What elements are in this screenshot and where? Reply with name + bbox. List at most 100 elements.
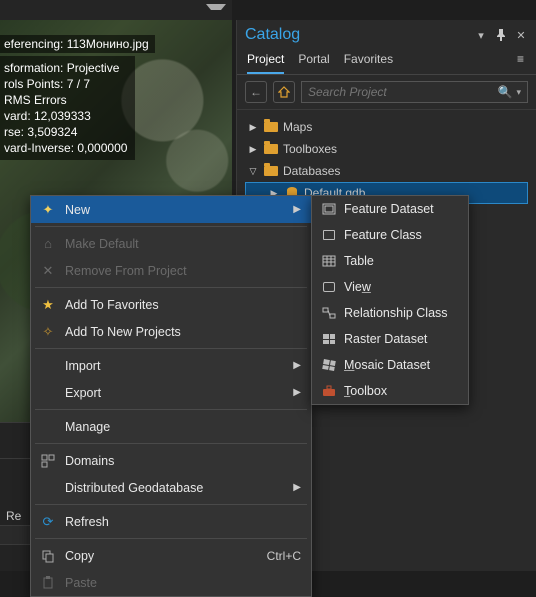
close-icon[interactable]: ✕ (514, 28, 528, 42)
star-add-icon: ✧ (39, 323, 57, 341)
remove-icon: ✕ (39, 262, 57, 280)
submenu-arrow-icon: ▶ (293, 360, 301, 371)
search-row: ← 🔍 ▾ (237, 75, 536, 110)
menu-label: Add To New Projects (65, 325, 181, 339)
menu-label: Export (65, 386, 101, 400)
menu-domains[interactable]: Domains (31, 447, 311, 474)
menu-add-new-projects[interactable]: ✧ Add To New Projects (31, 318, 311, 345)
menu-label: Manage (65, 420, 110, 434)
submenu-label: View (344, 280, 371, 294)
submenu-label: Mosaic Dataset (344, 358, 430, 372)
home-icon: ⌂ (39, 235, 57, 253)
menu-make-default: ⌂ Make Default (31, 230, 311, 257)
tab-portal[interactable]: Portal (298, 48, 329, 74)
separator (35, 348, 307, 349)
collapse-icon[interactable]: ▽ (247, 166, 259, 177)
blank-icon (39, 479, 57, 497)
info-line: vard: 12,039333 (4, 108, 127, 124)
catalog-tabs: Project Portal Favorites ≡ (237, 44, 536, 75)
tree-maps[interactable]: ▶ Maps (241, 116, 532, 138)
search-box[interactable]: 🔍 ▾ (301, 81, 528, 103)
submenu-label: Raster Dataset (344, 332, 427, 346)
refresh-icon: ⟳ (39, 513, 57, 531)
domains-icon (39, 452, 57, 470)
menu-remove: ✕ Remove From Project (31, 257, 311, 284)
info-line: rse: 3,509324 (4, 124, 127, 140)
submenu-arrow-icon: ▶ (293, 482, 301, 493)
menu-manage[interactable]: Manage (31, 413, 311, 440)
mosaic-icon (320, 357, 338, 373)
menu-export[interactable]: Export ▶ (31, 379, 311, 406)
folder-icon (263, 120, 279, 134)
search-input[interactable] (308, 85, 498, 99)
menu-refresh[interactable]: ⟳ Refresh (31, 508, 311, 535)
submenu-label: Relationship Class (344, 306, 448, 320)
menu-label: Copy (65, 549, 94, 563)
menu-label: New (65, 203, 90, 217)
menu-label: Distributed Geodatabase (65, 481, 203, 495)
menu-label: Make Default (65, 237, 139, 251)
info-line: vard-Inverse: 0,000000 (4, 140, 127, 156)
star-icon: ★ (39, 296, 57, 314)
info-line: rols Points: 7 / 7 (4, 76, 127, 92)
menu-copy[interactable]: Copy Ctrl+C (31, 542, 311, 569)
submenu-raster-dataset[interactable]: Raster Dataset (312, 326, 468, 352)
menu-label: Remove From Project (65, 264, 187, 278)
submenu-mosaic-dataset[interactable]: Mosaic Dataset (312, 352, 468, 378)
back-button[interactable]: ← (245, 81, 267, 103)
new-icon: ✦ (39, 201, 57, 219)
pin-icon[interactable] (494, 28, 508, 42)
tree-toolboxes[interactable]: ▶ Toolboxes (241, 138, 532, 160)
menu-label: Domains (65, 454, 114, 468)
submenu-view[interactable]: View (312, 274, 468, 300)
menu-label: Import (65, 359, 100, 373)
tree-databases[interactable]: ▽ Databases (241, 160, 532, 182)
info-line: RMS Errors (4, 92, 127, 108)
feature-dataset-icon (320, 201, 338, 217)
submenu-arrow-icon: ▶ (293, 387, 301, 398)
submenu-label: Feature Dataset (344, 202, 434, 216)
tab-favorites[interactable]: Favorites (344, 48, 393, 74)
blank-icon (39, 357, 57, 375)
top-bar (0, 0, 232, 20)
submenu-feature-class[interactable]: Feature Class (312, 222, 468, 248)
separator (35, 226, 307, 227)
menu-label: Paste (65, 576, 97, 590)
submenu-relationship-class[interactable]: Relationship Class (312, 300, 468, 326)
separator (35, 538, 307, 539)
submenu-arrow-icon: ▶ (293, 204, 301, 215)
tab-project[interactable]: Project (247, 48, 284, 74)
menu-new[interactable]: ✦ New ▶ (31, 196, 311, 223)
catalog-title: Catalog (245, 26, 468, 44)
relationship-icon (320, 305, 338, 321)
separator (35, 504, 307, 505)
submenu-feature-dataset[interactable]: Feature Dataset (312, 196, 468, 222)
bottom-label: Re (6, 509, 21, 523)
submenu-toolbox[interactable]: Toolbox (312, 378, 468, 404)
menu-dist-gdb[interactable]: Distributed Geodatabase ▶ (31, 474, 311, 501)
new-submenu: Feature Dataset Feature Class Table View… (311, 195, 469, 405)
menu-import[interactable]: Import ▶ (31, 352, 311, 379)
search-dropdown-icon[interactable]: ▾ (516, 87, 521, 98)
copy-icon (39, 547, 57, 565)
expand-icon[interactable]: ▶ (247, 144, 259, 155)
menu-icon[interactable]: ≡ (515, 48, 526, 74)
expand-icon[interactable]: ▶ (247, 122, 259, 133)
submenu-table[interactable]: Table (312, 248, 468, 274)
menu-add-favorites[interactable]: ★ Add To Favorites (31, 291, 311, 318)
home-button[interactable] (273, 81, 295, 103)
raster-icon (320, 331, 338, 347)
blank-icon (39, 418, 57, 436)
context-menu: ✦ New ▶ ⌂ Make Default ✕ Remove From Pro… (30, 195, 312, 597)
menu-paste: Paste (31, 569, 311, 596)
blank-icon (39, 384, 57, 402)
search-icon[interactable]: 🔍 (498, 85, 513, 99)
separator (35, 287, 307, 288)
autohide-toggle-icon[interactable]: ▾ (474, 28, 488, 42)
shortcut-label: Ctrl+C (267, 549, 301, 563)
submenu-label: Feature Class (344, 228, 422, 242)
view-icon (320, 279, 338, 295)
info-line: sformation: Projective (4, 60, 127, 76)
separator (35, 409, 307, 410)
feature-class-icon (320, 227, 338, 243)
